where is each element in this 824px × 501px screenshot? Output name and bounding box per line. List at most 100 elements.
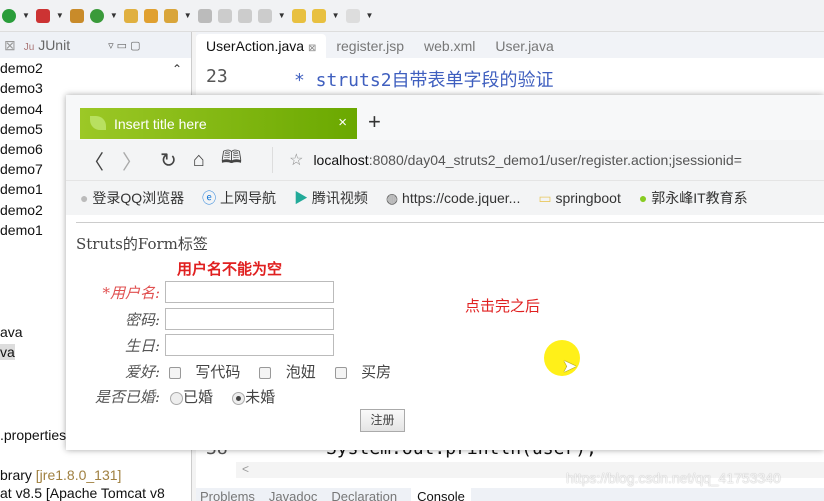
tree-item[interactable]: demo4	[0, 101, 43, 117]
back-icon[interactable]	[291, 8, 306, 23]
divider	[76, 222, 824, 223]
register-button[interactable]: 注册	[360, 409, 405, 432]
cursor-arrow-icon: ➤	[562, 356, 578, 376]
next-annotation-icon[interactable]	[257, 8, 272, 23]
tree-item[interactable]: at v8.5 [Apache Tomcat v8	[0, 485, 165, 501]
address-bar[interactable]: localhost:8080/day04_struts2_demo1/user/…	[313, 152, 741, 168]
watermark: https://blog.csdn.net/qq_41753340	[566, 470, 781, 486]
package-icon[interactable]	[69, 8, 84, 23]
tree-item[interactable]: demo2	[0, 202, 43, 218]
hobby-label-house: 买房	[361, 363, 392, 381]
left-panel-tabs: ⊠ Ju JUnit ▿ ▭ ▢	[0, 32, 191, 58]
library-name: brary	[0, 467, 32, 483]
bookmark-jquery[interactable]: ◍ https://code.jquer...	[386, 190, 520, 207]
line-number: 23	[206, 66, 228, 87]
hobby-options: 写代码 泡妞 买房	[169, 361, 391, 382]
tree-item[interactable]: .properties	[0, 427, 66, 443]
home-icon[interactable]: ⌂	[193, 149, 205, 172]
bookmark-label: 上网导航	[220, 190, 277, 206]
back-icon[interactable]: 〈	[84, 146, 104, 175]
bookmark-label: 登录QQ浏览器	[92, 190, 185, 206]
leaf-icon	[90, 116, 106, 130]
hobby-label-dating: 泡妞	[285, 363, 316, 381]
bookmark-qq[interactable]: ● 登录QQ浏览器	[80, 188, 184, 208]
external-tools-icon[interactable]	[35, 8, 50, 23]
forward-icon[interactable]	[345, 8, 360, 23]
bottom-tabs: Problems Javadoc Declaration Console	[196, 488, 824, 501]
open-folder-icon[interactable]	[143, 8, 158, 23]
married-radio-yes[interactable]	[170, 391, 183, 405]
new-class-icon[interactable]	[89, 8, 104, 23]
birthday-label: 生日:	[124, 337, 160, 355]
tab-declaration[interactable]: Declaration	[331, 488, 397, 501]
play-icon: ▶	[294, 190, 309, 206]
tree-item[interactable]: demo1	[0, 222, 43, 238]
tree-item[interactable]: demo2	[0, 60, 43, 76]
leaf-icon: ●	[638, 190, 648, 206]
tab-web-xml[interactable]: web.xml	[414, 34, 485, 58]
tab-label: UserAction.java	[206, 38, 305, 54]
bookmarks-bar: ● 登录QQ浏览器 ⓔ 上网导航 ▶ 腾讯视频 ◍ https://code.j…	[66, 180, 824, 215]
tree-item[interactable]: demo7	[0, 161, 43, 177]
scroll-up-icon[interactable]: ⌃	[172, 62, 182, 76]
search-icon[interactable]	[163, 8, 178, 23]
close-tab-icon[interactable]: ×	[338, 114, 347, 131]
birthday-input[interactable]	[165, 334, 334, 356]
hobby-checkbox-house[interactable]	[334, 367, 347, 379]
hobby-checkbox-coding[interactable]	[169, 367, 181, 379]
tab-user-java[interactable]: User.java	[485, 34, 563, 58]
favorite-star-icon[interactable]: ☆	[289, 150, 303, 170]
annotation-icon[interactable]	[237, 8, 252, 23]
bookmark-label: 腾讯视频	[311, 190, 368, 206]
tab-register-jsp[interactable]: register.jsp	[326, 34, 414, 58]
tab-title: Insert title here	[114, 115, 207, 132]
tree-item[interactable]: demo5	[0, 121, 43, 137]
new-tab-icon[interactable]: +	[368, 109, 381, 135]
married-options: 已婚 未婚	[170, 386, 275, 407]
hobby-checkbox-dating[interactable]	[259, 367, 272, 379]
username-input[interactable]	[165, 281, 334, 303]
tab-junit[interactable]: Ju JUnit	[24, 37, 70, 53]
browser-tab[interactable]: Insert title here ×	[80, 108, 357, 139]
tab-javadoc[interactable]: Javadoc	[269, 488, 317, 501]
user-icon: ●	[80, 190, 89, 206]
password-input[interactable]	[165, 308, 334, 330]
hobby-label-coding: 写代码	[195, 363, 241, 381]
tab-console[interactable]: Console	[411, 488, 471, 501]
run-icon[interactable]	[2, 8, 16, 23]
url-path: :8080/day04_struts2_demo1/user/register.…	[368, 152, 742, 168]
browser-tabbar: Insert title here × +	[66, 95, 824, 140]
bookmark-edu[interactable]: ● 郭永峰IT教育系	[639, 188, 748, 208]
tree-item[interactable]: brary [jre1.8.0_131]	[0, 467, 121, 483]
view-menu-icon[interactable]: ▿ ▭ ▢	[108, 39, 140, 52]
married-option-label: 已婚	[183, 388, 214, 406]
pin-icon[interactable]	[197, 8, 212, 23]
annotation-text: 点击完之后	[465, 298, 541, 315]
editor-tabs: UserAction.java ⊠ register.jsp web.xml U…	[196, 32, 824, 58]
password-label: 密码:	[124, 311, 160, 329]
forward-arrow-icon[interactable]	[311, 8, 326, 23]
open-type-icon[interactable]	[123, 8, 138, 23]
toggle-icon[interactable]	[217, 8, 232, 23]
tab-problems[interactable]: Problems	[200, 488, 255, 501]
tree-item[interactable]: demo3	[0, 80, 43, 96]
tree-item[interactable]: demo6	[0, 141, 43, 157]
tab-useraction[interactable]: UserAction.java ⊠	[196, 34, 327, 58]
navigation-bar: 〈 〉 ↻ ⌂ 🕮 ☆ localhost:8080/day04_struts2…	[66, 140, 824, 180]
married-radio-no[interactable]	[232, 391, 246, 405]
bookmark-label: 郭永峰IT教育系	[651, 190, 748, 206]
globe-icon: ◍	[385, 189, 399, 206]
close-icon[interactable]: ⊠	[308, 43, 316, 54]
page-heading: Struts的Form标签	[76, 235, 208, 253]
forward-icon[interactable]: 〉	[122, 146, 142, 175]
bookmark-label: springboot	[555, 189, 621, 206]
reload-icon[interactable]: ↻	[160, 148, 177, 173]
tree-item[interactable]: ava	[0, 324, 23, 340]
bookmark-label: https://code.jquer...	[402, 189, 521, 206]
bookmark-springboot[interactable]: ▭ springboot	[538, 190, 621, 207]
tree-item-selected[interactable]: va	[0, 344, 15, 360]
bookmark-video[interactable]: ▶ 腾讯视频	[294, 188, 368, 208]
bookmark-nav[interactable]: ⓔ 上网导航	[202, 188, 276, 208]
reading-view-icon[interactable]: 🕮	[221, 145, 242, 175]
tree-item[interactable]: demo1	[0, 181, 43, 197]
